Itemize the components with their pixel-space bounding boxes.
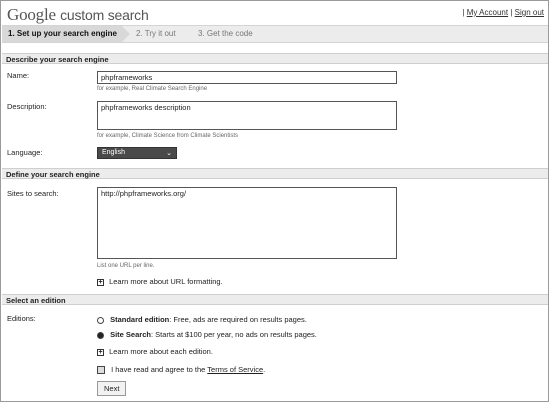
edition-section-header: Select an edition bbox=[2, 294, 548, 305]
language-label: Language: bbox=[7, 148, 43, 157]
site-search-option[interactable]: Site Search: Starts at $100 per year, no… bbox=[97, 330, 317, 339]
plus-icon: + bbox=[97, 278, 104, 286]
step-3-code[interactable]: 3. Get the code bbox=[192, 26, 268, 42]
separator: | bbox=[462, 8, 465, 17]
top-links: | My Account | Sign out bbox=[462, 8, 544, 17]
step-label: 2. Try it out bbox=[136, 29, 176, 38]
google-custom-search-logo: Google custom search bbox=[7, 5, 149, 25]
standard-edition-desc: : Free, ads are required on results page… bbox=[169, 315, 307, 324]
logo-google-text: Google bbox=[7, 5, 56, 24]
name-label: Name: bbox=[7, 71, 30, 80]
describe-section-header: Describe your search engine bbox=[2, 53, 548, 64]
standard-edition-option[interactable]: Standard edition: Free, ads are required… bbox=[97, 315, 307, 324]
step-label: 1. Set up your search engine bbox=[8, 29, 117, 38]
define-section-header: Define your search engine bbox=[2, 168, 548, 179]
learn-url-formatting-text: Learn more about URL formatting. bbox=[109, 277, 223, 286]
sign-out-link[interactable]: Sign out bbox=[515, 8, 544, 17]
learn-url-formatting[interactable]: + Learn more about URL formatting. bbox=[97, 277, 223, 286]
my-account-link[interactable]: My Account bbox=[467, 8, 508, 17]
language-select[interactable]: English ⌄ bbox=[97, 147, 177, 159]
name-hint: for example, Real Climate Search Engine bbox=[97, 86, 208, 92]
site-search-title: Site Search bbox=[110, 330, 151, 339]
step-1-setup[interactable]: 1. Set up your search engine bbox=[2, 26, 130, 42]
plus-icon: + bbox=[97, 348, 104, 356]
description-label: Description: bbox=[7, 102, 47, 111]
standard-edition-title: Standard edition bbox=[110, 315, 170, 324]
language-selected-value: English bbox=[102, 149, 125, 156]
page-frame: Google custom search | My Account | Sign… bbox=[0, 0, 549, 402]
learn-editions[interactable]: + Learn more about each edition. bbox=[97, 347, 213, 356]
terms-agreement[interactable]: I have read and agree to the Terms of Se… bbox=[97, 365, 266, 375]
description-hint: for example, Climate Science from Climat… bbox=[97, 133, 239, 139]
radio-site-search[interactable] bbox=[97, 331, 104, 339]
sites-hint: List one URL per line. bbox=[97, 263, 155, 269]
sites-label: Sites to search: bbox=[7, 189, 59, 198]
wizard-steps: 1. Set up your search engine 2. Try it o… bbox=[2, 25, 548, 43]
next-button[interactable]: Next bbox=[97, 381, 127, 396]
terms-prefix: I have read and agree to the bbox=[111, 365, 208, 374]
description-input[interactable]: phpframeworks description bbox=[97, 101, 397, 130]
step-label: 3. Get the code bbox=[198, 29, 253, 38]
step-2-try[interactable]: 2. Try it out bbox=[130, 26, 196, 42]
separator: | bbox=[510, 8, 513, 17]
sites-textarea[interactable]: http://phpframeworks.org/ bbox=[97, 187, 397, 259]
name-input[interactable]: phpframeworks bbox=[97, 71, 397, 84]
site-search-desc: : Starts at $100 per year, no ads on res… bbox=[150, 330, 317, 339]
editions-label: Editions: bbox=[7, 314, 36, 323]
logo-product-text: custom search bbox=[60, 7, 149, 23]
step-arrow bbox=[122, 26, 130, 42]
learn-editions-text: Learn more about each edition. bbox=[109, 347, 213, 356]
chevron-down-icon: ⌄ bbox=[166, 150, 172, 157]
terms-of-service-link[interactable]: Terms of Service bbox=[207, 365, 263, 374]
terms-checkbox[interactable] bbox=[97, 366, 105, 375]
radio-standard[interactable] bbox=[97, 316, 104, 324]
terms-suffix: . bbox=[263, 365, 266, 374]
